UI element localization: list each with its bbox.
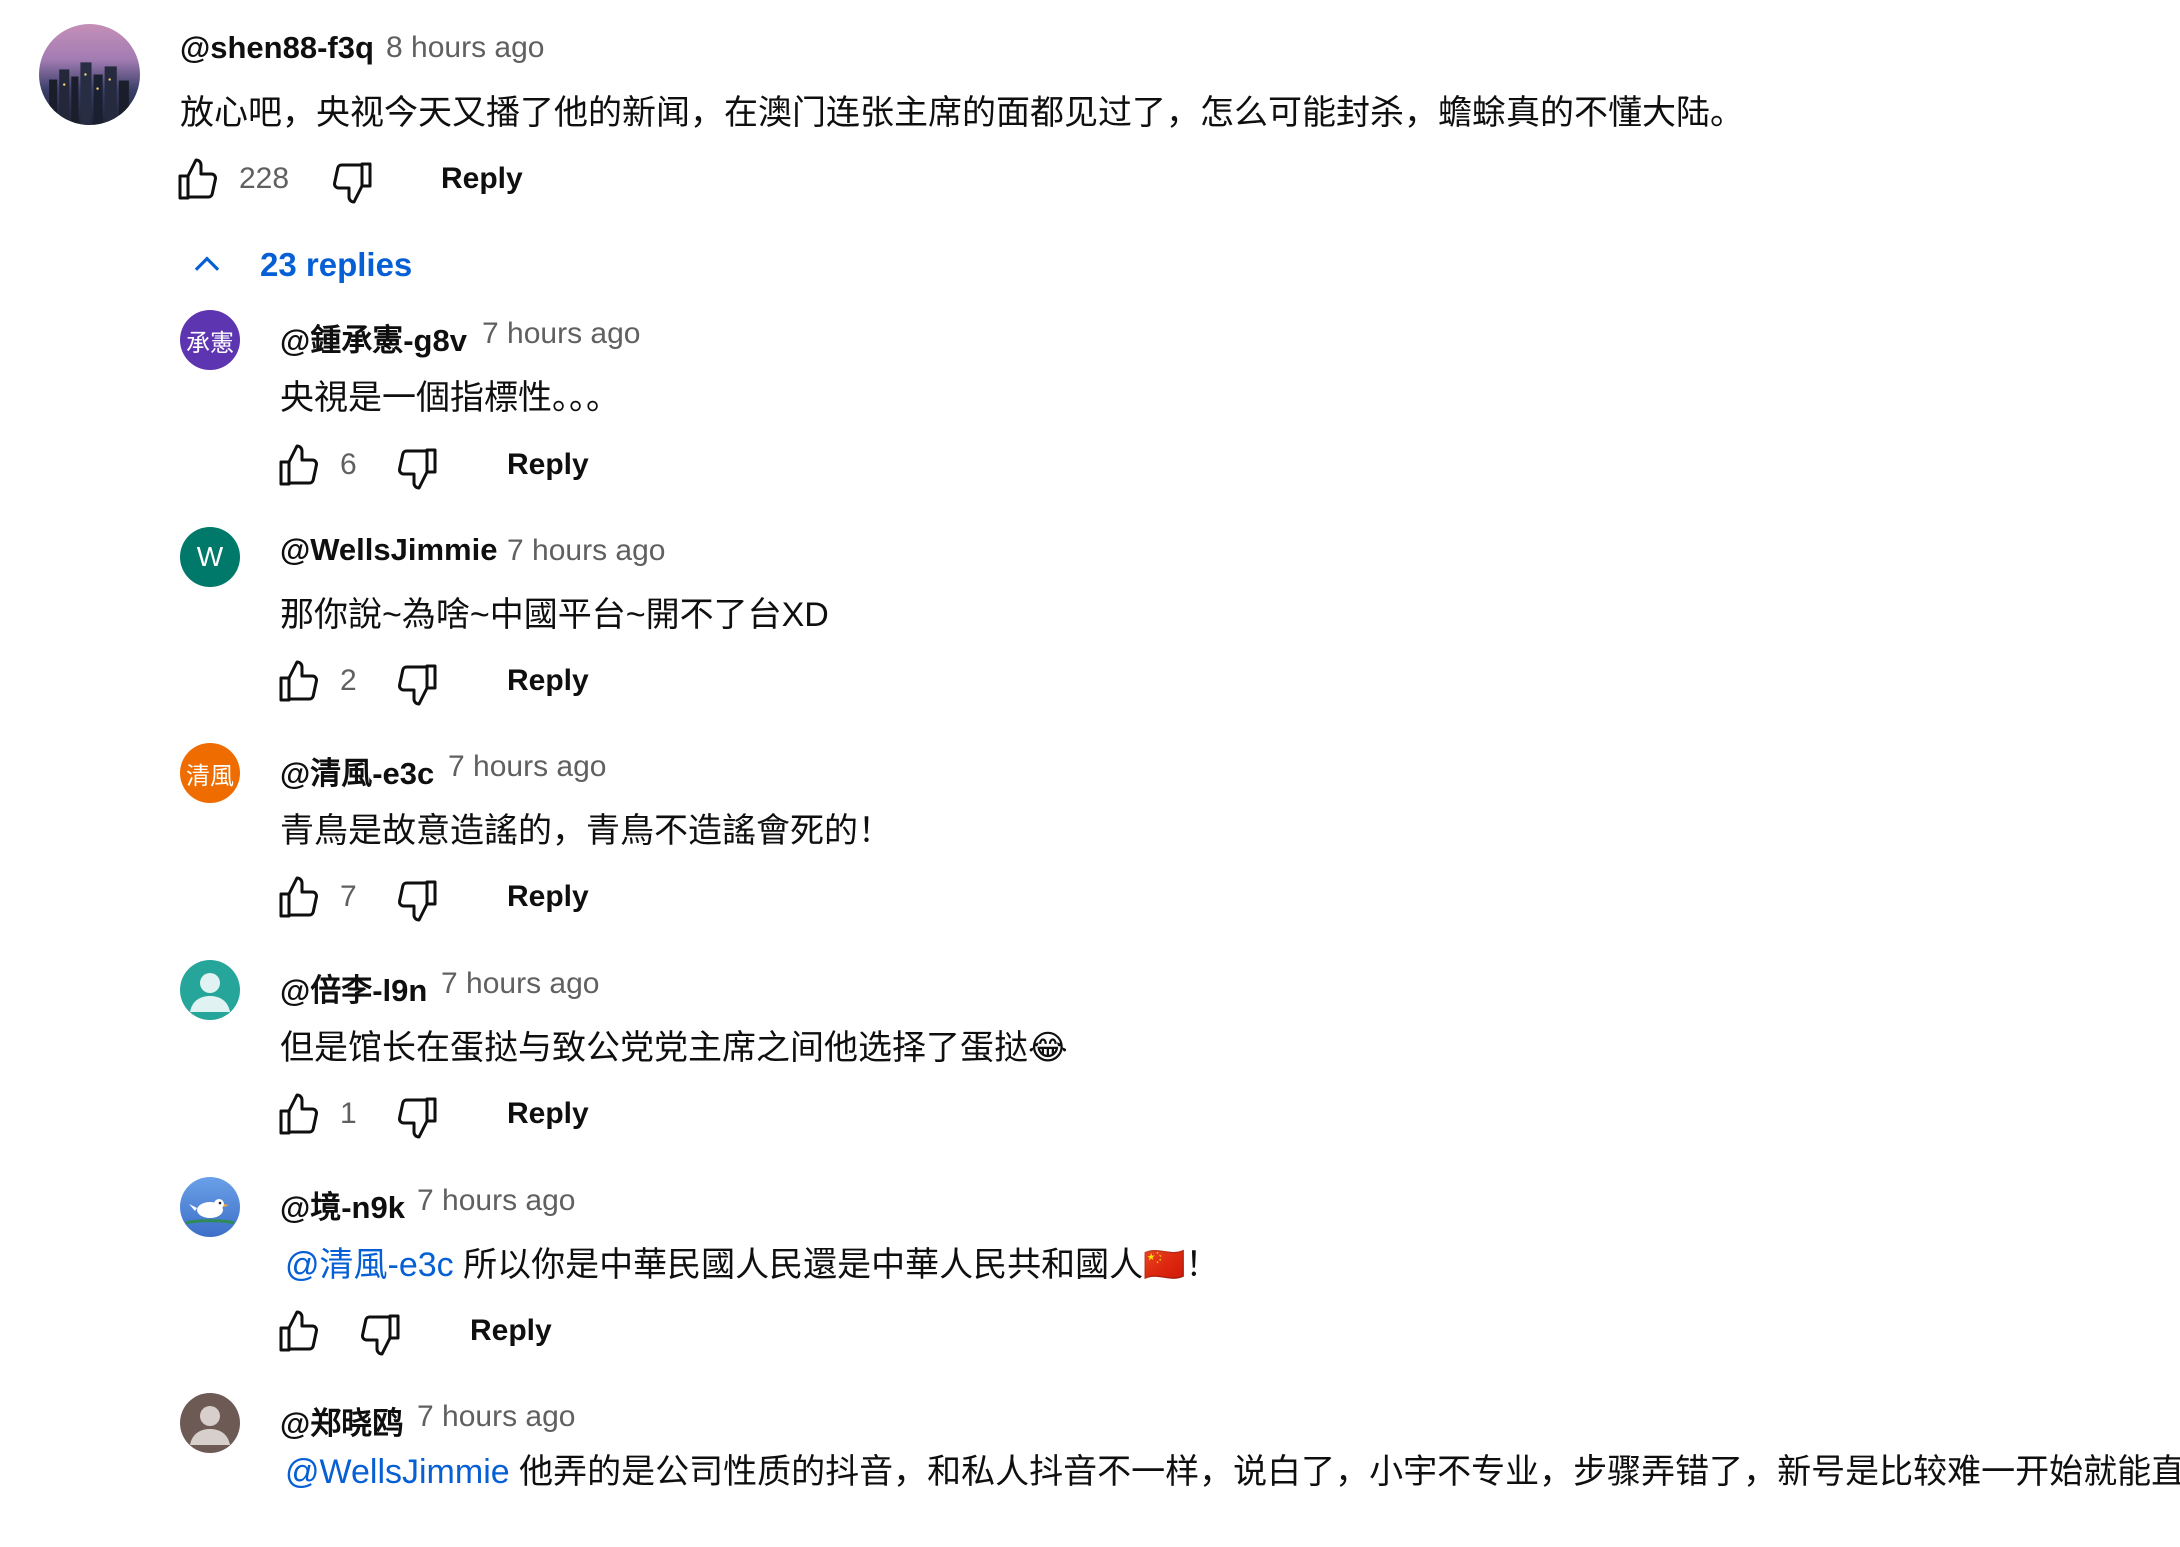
like-icon[interactable]: [275, 658, 323, 706]
default-user-icon: [190, 1406, 230, 1445]
mention-link[interactable]: @WellsJimmie: [285, 1453, 510, 1491]
like-count: 6: [340, 448, 357, 481]
reply-text: @WellsJimmie 他弄的是公司性质的抖音，和私人抖音不一样，说白了，小宇…: [285, 1447, 2180, 1497]
reply-text: 青鳥是故意造謠的，青鳥不造謠會死的！: [280, 812, 892, 850]
reply-time[interactable]: 7 hours ago: [482, 317, 640, 351]
comment-text: 放心吧，央视今天又播了他的新闻，在澳门连张主席的面都见过了，怎么可能封杀，蟾蜍真…: [180, 94, 1744, 132]
reply-time[interactable]: 7 hours ago: [441, 967, 599, 1001]
like-icon[interactable]: [275, 874, 323, 922]
reply-button[interactable]: Reply: [507, 1097, 589, 1131]
reply-time[interactable]: 7 hours ago: [417, 1184, 575, 1218]
reply-text: @清風-e3c 所以你是中華民國人民還是中華人民共和國人🇨🇳！: [285, 1237, 1219, 1286]
reply-time[interactable]: 7 hours ago: [417, 1400, 575, 1434]
dislike-icon[interactable]: [356, 1310, 404, 1358]
replies-count-label: 23 replies: [260, 246, 413, 283]
dislike-icon[interactable]: [393, 444, 441, 492]
like-icon[interactable]: [174, 156, 222, 204]
dislike-icon[interactable]: [328, 158, 376, 206]
reply-button[interactable]: Reply: [507, 880, 589, 914]
reply-button[interactable]: Reply: [470, 1314, 552, 1348]
like-count: 7: [340, 880, 357, 913]
replies-toggle[interactable]: 23 replies: [188, 240, 412, 290]
like-count: 1: [340, 1097, 357, 1130]
reply-text: 但是馆长在蛋挞与致公党党主席之间他选择了蛋挞😂: [280, 1029, 1068, 1067]
reply-body: 他弄的是公司性质的抖音，和私人抖音不一样，说白了，小宇不专业，步骤弄错了，新号是…: [509, 1453, 2180, 1491]
reply-time[interactable]: 7 hours ago: [448, 750, 606, 784]
reply-author[interactable]: @境-n9k: [280, 1182, 405, 1227]
dislike-icon[interactable]: [393, 876, 441, 924]
reply-button[interactable]: Reply: [441, 162, 523, 196]
reply-text: 央視是一個指標性。。。: [280, 379, 620, 417]
bird-avatar-icon: [185, 1199, 235, 1225]
avatar[interactable]: [180, 1393, 240, 1453]
reply-body: 所以你是中華民國人民還是中華人民共和國人🇨🇳！: [453, 1246, 1220, 1284]
like-icon[interactable]: [275, 1308, 323, 1356]
avatar[interactable]: [180, 1177, 240, 1237]
comment-author[interactable]: @shen88-f3q: [180, 30, 374, 66]
comment-time[interactable]: 8 hours ago: [386, 31, 544, 65]
avatar-initials: 承憲: [186, 329, 234, 357]
reply-author[interactable]: @鍾承憲-g8v: [280, 315, 467, 360]
avatar-initials: W: [196, 541, 224, 572]
like-icon[interactable]: [275, 1091, 323, 1139]
reply-author[interactable]: @清風-e3c: [280, 748, 434, 793]
reply-text: 那你說~為啥~中國平台~開不了台XD: [280, 596, 829, 634]
chevron-up-icon: [194, 256, 220, 271]
avatar-initials: 清風: [186, 762, 234, 790]
like-count: 2: [340, 664, 357, 697]
reply-author[interactable]: @WellsJimmie: [280, 532, 497, 568]
reply-time[interactable]: 7 hours ago: [507, 534, 665, 568]
default-user-icon: [190, 973, 230, 1012]
avatar[interactable]: 清風: [180, 743, 240, 803]
city-night-avatar-icon: [49, 62, 129, 125]
mention-link[interactable]: @清風-e3c: [285, 1246, 454, 1284]
avatar[interactable]: 承憲: [180, 310, 240, 370]
avatar[interactable]: [39, 24, 140, 125]
reply-author[interactable]: @倍李-l9n: [280, 965, 427, 1010]
like-icon[interactable]: [275, 442, 323, 490]
reply-author[interactable]: @郑晓鸥: [280, 1398, 403, 1443]
reply-button[interactable]: Reply: [507, 664, 589, 698]
avatar[interactable]: W: [180, 527, 240, 587]
avatar[interactable]: [180, 960, 240, 1020]
like-count: 228: [239, 162, 290, 195]
dislike-icon[interactable]: [393, 660, 441, 708]
dislike-icon[interactable]: [393, 1093, 441, 1141]
reply-button[interactable]: Reply: [507, 448, 589, 482]
